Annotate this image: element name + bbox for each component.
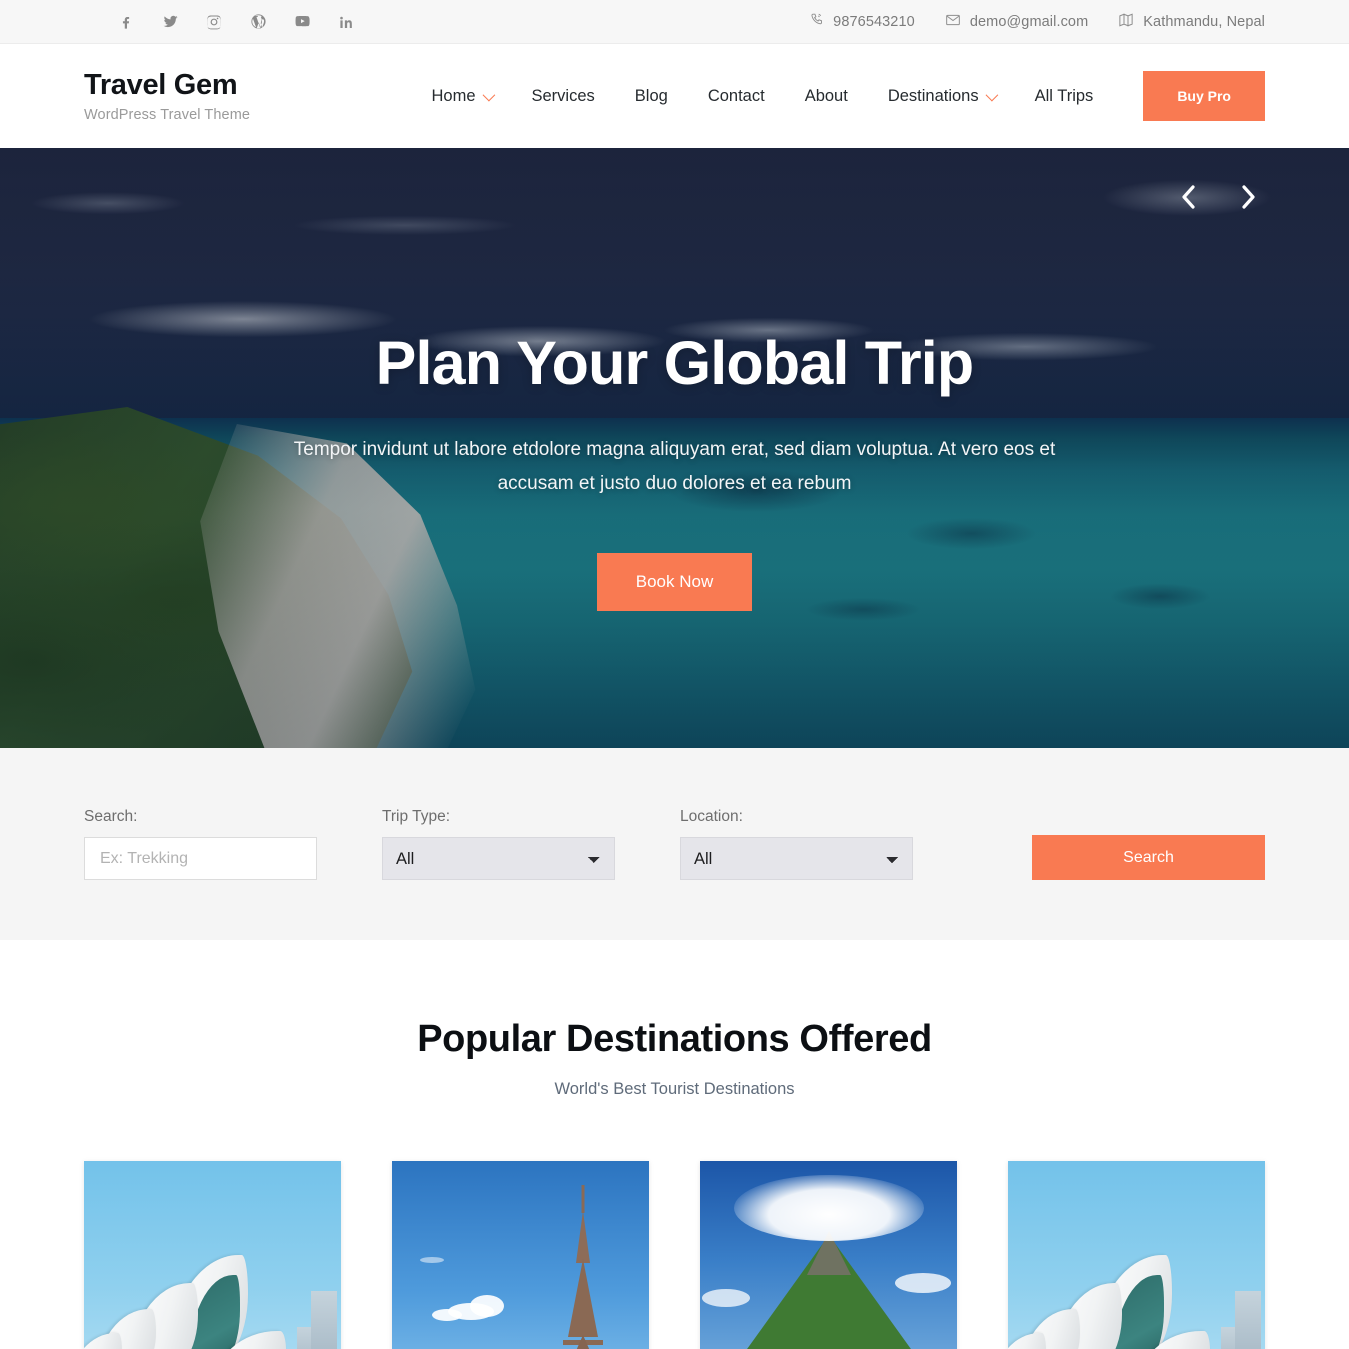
nav-label-destinations: Destinations (887, 87, 979, 105)
youtube-icon[interactable] (280, 0, 324, 44)
location-field-group: Location: All (680, 808, 913, 880)
search-field-group: Search: (84, 808, 317, 880)
chevron-right-icon (1241, 185, 1255, 209)
buy-pro-button[interactable]: Buy Pro (1143, 71, 1265, 121)
search-submit-button[interactable]: Search (1032, 835, 1265, 880)
slider-controls (1171, 180, 1265, 214)
destination-card[interactable] (700, 1161, 957, 1349)
nav-label-home: Home (431, 87, 476, 105)
eiffel-tower-shape (553, 1185, 613, 1349)
location-name: Kathmandu, Nepal (1143, 13, 1265, 30)
search-submit-wrap: Search (1032, 835, 1265, 880)
nav-item-destinations[interactable]: Destinations (868, 44, 1015, 148)
instagram-icon[interactable] (192, 0, 236, 44)
nav-label-services: Services (531, 87, 595, 105)
nav-item-all-trips[interactable]: All Trips (1015, 44, 1114, 148)
phone-contact[interactable]: 9876543210 (809, 12, 915, 31)
brand-tagline: WordPress Travel Theme (84, 106, 251, 123)
hero-content: Plan Your Global Trip Tempor invidunt ut… (0, 148, 1349, 748)
destination-card-list (84, 1161, 1265, 1349)
nav-label-contact: Contact (707, 87, 765, 105)
hero-description: Tempor invidunt ut labore etdolore magna… (293, 439, 1056, 495)
location-contact[interactable]: Kathmandu, Nepal (1118, 12, 1265, 32)
nav-item-about[interactable]: About (785, 44, 868, 148)
map-icon (1118, 12, 1134, 32)
top-bar: 9876543210 demo@gmail.com Kathmandu, Nep… (0, 0, 1349, 44)
nav-item-home[interactable]: Home (411, 44, 511, 148)
envelope-icon (945, 12, 961, 32)
trip-type-field-group: Trip Type: All (382, 808, 615, 880)
site-logo[interactable]: Travel Gem WordPress Travel Theme (84, 69, 250, 122)
nav-item-services[interactable]: Services (512, 44, 615, 148)
email-address: demo@gmail.com (969, 13, 1089, 30)
trip-type-label: Trip Type: (382, 808, 451, 825)
chevron-down-icon (985, 88, 998, 101)
location-select[interactable]: All (680, 837, 913, 880)
destination-card[interactable] (1008, 1161, 1265, 1349)
twitter-icon[interactable] (148, 0, 192, 44)
destination-image-sydney-opera-house (84, 1161, 341, 1349)
hero-title: Plan Your Global Trip (375, 329, 975, 397)
phone-icon (809, 12, 824, 31)
chevron-left-icon (1181, 185, 1195, 209)
book-now-button[interactable]: Book Now (596, 553, 753, 612)
location-label: Location: (680, 808, 743, 825)
email-contact[interactable]: demo@gmail.com (945, 12, 1088, 32)
slider-prev-button[interactable] (1171, 180, 1205, 214)
destination-image-sydney-opera-house (1008, 1161, 1265, 1349)
nav-label-about: About (804, 87, 848, 105)
destination-image-tropical-mountain (700, 1161, 957, 1349)
search-label: Search: (84, 808, 138, 825)
destination-image-eiffel-tower (392, 1161, 649, 1349)
search-input[interactable] (84, 837, 317, 880)
popular-destinations-section: Popular Destinations Offered World's Bes… (0, 940, 1349, 1349)
nav-item-contact[interactable]: Contact (688, 44, 785, 148)
slider-next-button[interactable] (1231, 180, 1265, 214)
section-title: Popular Destinations Offered (417, 1018, 932, 1060)
main-navigation: Home Services Blog Contact About Destina… (411, 44, 1265, 148)
destination-card[interactable] (84, 1161, 341, 1349)
chevron-down-icon (482, 88, 495, 101)
wordpress-icon[interactable] (236, 0, 280, 44)
hero-slider: Plan Your Global Trip Tempor invidunt ut… (0, 148, 1349, 748)
trip-search-bar: Search: Trip Type: All Location: All Sea… (0, 748, 1349, 940)
section-subtitle: World's Best Tourist Destinations (554, 1080, 795, 1098)
phone-number: 9876543210 (833, 13, 915, 30)
social-links (104, 0, 368, 44)
nav-item-blog[interactable]: Blog (615, 44, 688, 148)
search-fields: Search: Trip Type: All Location: All Sea… (84, 808, 1265, 880)
site-header: Travel Gem WordPress Travel Theme Home S… (0, 44, 1349, 148)
nav-label-blog: Blog (634, 87, 668, 105)
linkedin-icon[interactable] (324, 0, 368, 44)
destination-card[interactable] (392, 1161, 649, 1349)
brand-title: Travel Gem (84, 69, 238, 102)
contact-info: 9876543210 demo@gmail.com Kathmandu, Nep… (809, 12, 1265, 32)
nav-label-all-trips: All Trips (1034, 87, 1094, 105)
facebook-icon[interactable] (104, 0, 148, 44)
trip-type-select[interactable]: All (382, 837, 615, 880)
